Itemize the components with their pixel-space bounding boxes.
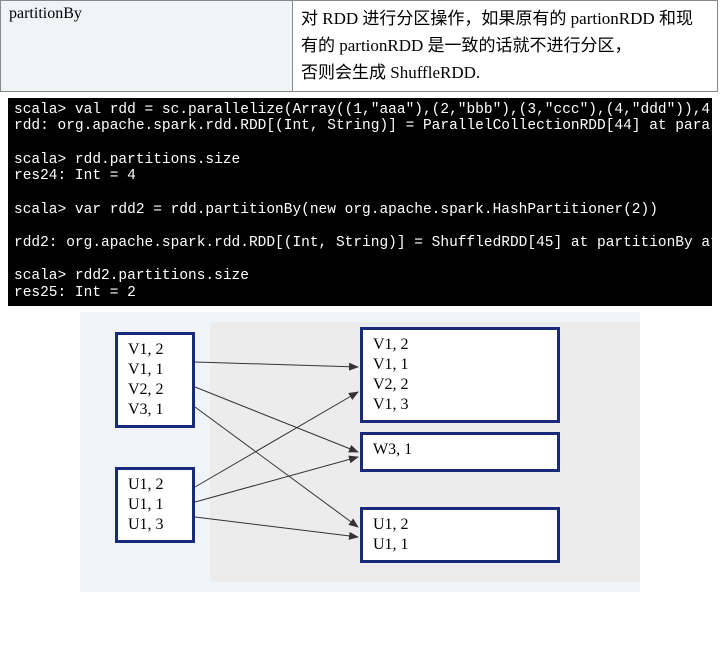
desc-part: RDD	[322, 9, 358, 28]
term-text: partitionBy	[9, 5, 82, 22]
kv-row: V1, 2	[128, 340, 182, 360]
kv-row: U1, 1	[128, 495, 182, 515]
term-cell: partitionBy	[1, 1, 293, 92]
target-partition-1: V1, 2 V1, 1 V2, 2 V1, 3	[360, 327, 560, 423]
desc-part: partionRDD	[571, 9, 655, 28]
kv-row: V3, 1	[128, 400, 182, 420]
terminal-line: res24: Int = 4	[14, 168, 136, 184]
terminal-line: scala> rdd2.partitions.size	[14, 268, 249, 284]
terminal-line: rdd2: org.apache.spark.rdd.RDD[(Int, Str…	[14, 235, 712, 251]
kv-row: V2, 2	[128, 380, 182, 400]
source-partition-1: V1, 2 V1, 1 V2, 2 V3, 1	[115, 332, 195, 428]
target-partition-3: U1, 2 U1, 1	[360, 507, 560, 563]
kv-row: V1, 3	[373, 395, 547, 415]
partition-diagram: V1, 2 V1, 1 V2, 2 V3, 1 U1, 2 U1, 1 U1, …	[80, 312, 640, 592]
definition-table: partitionBy 对 RDD 进行分区操作，如果原有的 partionRD…	[0, 0, 718, 92]
terminal-line: scala> rdd.partitions.size	[14, 152, 240, 168]
kv-row: W3, 1	[373, 440, 547, 460]
kv-row: U1, 2	[373, 515, 547, 535]
desc-part: 是一致的话就不进行分区，	[423, 36, 631, 55]
terminal-line: scala> var rdd2 = rdd.partitionBy(new or…	[14, 202, 658, 218]
terminal-line: rdd: org.apache.spark.rdd.RDD[(Int, Stri…	[14, 118, 712, 134]
terminal-line: res25: Int = 2	[14, 285, 136, 301]
desc-part: 进行分区操作，如果原有的	[358, 9, 571, 28]
target-partition-2: W3, 1	[360, 432, 560, 472]
source-partition-2: U1, 2 U1, 1 U1, 3	[115, 467, 195, 543]
terminal-output: scala> val rdd = sc.parallelize(Array((1…	[8, 98, 712, 306]
kv-row: U1, 1	[373, 535, 547, 555]
kv-row: U1, 2	[128, 475, 182, 495]
kv-row: V1, 1	[128, 360, 182, 380]
kv-row: V2, 2	[373, 375, 547, 395]
desc-part: 否则会生成	[301, 63, 390, 82]
terminal-line: scala> val rdd = sc.parallelize(Array((1…	[14, 102, 712, 118]
desc-part: ShuffleRDD	[390, 63, 476, 82]
desc-part: partionRDD	[339, 36, 423, 55]
description-cell: 对 RDD 进行分区操作，如果原有的 partionRDD 和现有的 parti…	[293, 1, 718, 92]
kv-row: U1, 3	[128, 515, 182, 535]
kv-row: V1, 1	[373, 355, 547, 375]
desc-part: .	[476, 63, 480, 82]
kv-row: V1, 2	[373, 335, 547, 355]
desc-part: 对	[301, 9, 322, 28]
